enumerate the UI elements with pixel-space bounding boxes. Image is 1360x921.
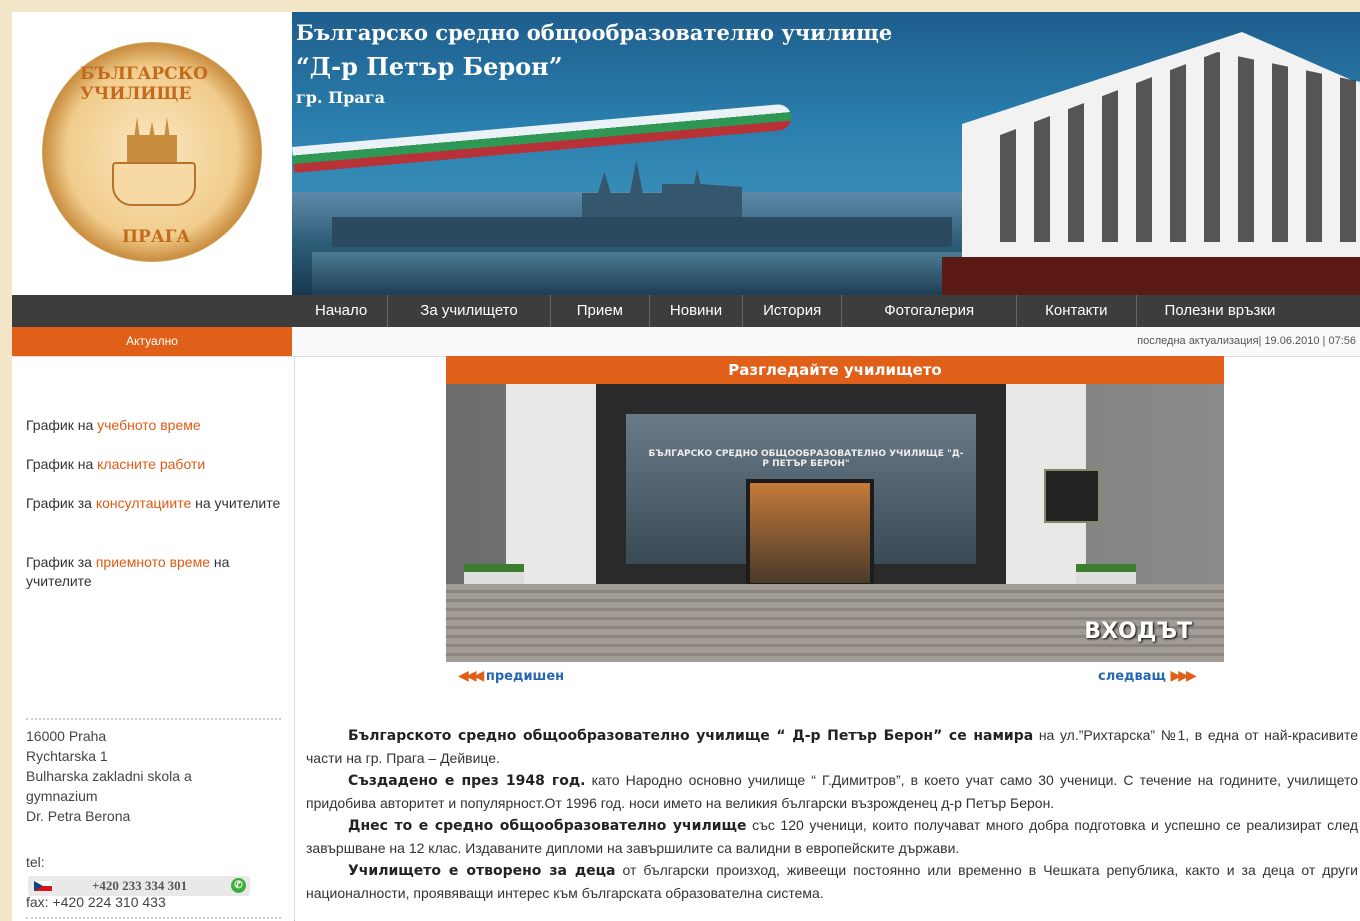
address-line: gymnazium <box>26 788 98 804</box>
photo-wall-left <box>506 384 596 584</box>
article-body: Българското средно общообразователно учи… <box>306 724 1358 904</box>
address-line: Rychtarska 1 <box>26 748 108 764</box>
nav-admission[interactable]: Прием <box>551 295 650 327</box>
link-prefix: График за <box>26 554 96 570</box>
site-title-line1: Българско средно общообразователно учили… <box>296 20 893 45</box>
castle-silhouette <box>582 160 742 220</box>
logo-text-bottom: ПРАГА <box>122 227 191 247</box>
logo-text-top: БЪЛГАРСКО УЧИЛИЩЕ <box>80 64 208 104</box>
book-icon <box>112 162 196 206</box>
link-highlight[interactable]: учебното време <box>97 417 201 433</box>
sidebar-link-consultations[interactable]: График за консултациите на учителите <box>26 494 281 513</box>
sidebar: График на учебното време График на класн… <box>12 356 295 921</box>
nav-gallery[interactable]: Фотогалерия <box>842 295 1018 327</box>
building-windows <box>982 52 1360 242</box>
header-banner: БЪЛГАРСКО УЧИЛИЩЕ ПРАГА Българско средно… <box>12 12 1360 295</box>
gallery-next-button[interactable]: следващ ▶▶▶ <box>1098 668 1197 684</box>
photo-plaque <box>1044 469 1100 523</box>
building-base <box>942 257 1360 295</box>
nav-useful-links[interactable]: Полезни връзки <box>1137 295 1304 327</box>
sidebar-link-reception-hours[interactable]: График за приемното време на учителите <box>26 553 281 591</box>
article-paragraph: Днес то е средно общообразователно учили… <box>306 814 1358 859</box>
site-title-city: гр. Прага <box>296 88 385 107</box>
call-icon[interactable]: ✆ <box>231 878 246 893</box>
photo-door-frame <box>746 479 874 587</box>
link-highlight[interactable]: приемното време <box>96 554 210 570</box>
paragraph-lead: Училището е отворено за деца <box>348 863 616 879</box>
address-line: Bulharska zakladni skola a <box>26 768 192 784</box>
sub-header-bar: Актуално последна актуализация| 19.06.20… <box>12 327 1360 357</box>
logo-area[interactable]: БЪЛГАРСКО УЧИЛИЩЕ ПРАГА <box>12 12 292 295</box>
address-block: 16000 Praha Rychtarska 1 Bulharska zakla… <box>26 726 192 826</box>
nav-home[interactable]: Начало <box>295 295 389 327</box>
gallery-photo-entrance[interactable]: БЪЛГАРСКО СРЕДНО ОБЩООБРАЗОВАТЕЛНО УЧИЛИ… <box>446 384 1224 662</box>
link-prefix: График за <box>26 495 96 511</box>
page-frame: БЪЛГАРСКО УЧИЛИЩЕ ПРАГА Българско средно… <box>12 12 1360 921</box>
bulgarian-flag-swoosh <box>292 103 793 173</box>
next-label: следващ <box>1098 669 1166 684</box>
gallery-heading: Разгледайте училището <box>446 356 1224 384</box>
phone-number: +420 233 334 301 <box>92 878 188 893</box>
divider <box>26 917 281 919</box>
gallery-prev-button[interactable]: ◀◀◀ предишен <box>458 668 564 684</box>
nav-history[interactable]: История <box>743 295 843 327</box>
article-paragraph: Българското средно общообразователно учи… <box>306 724 1358 769</box>
fax-number: fax: +420 224 310 433 <box>26 894 166 910</box>
link-suffix: на учителите <box>191 495 281 511</box>
prev-label: предишен <box>485 669 565 684</box>
river-image <box>312 252 992 295</box>
castle-icon <box>127 117 177 162</box>
paragraph-lead: Днес то е средно общообразователно учили… <box>348 818 747 834</box>
prev-arrows-icon: ◀◀◀ <box>458 668 484 684</box>
czech-flag-icon <box>34 881 52 891</box>
section-tab-actual[interactable]: Актуално <box>12 327 292 356</box>
paragraph-lead: Българското средно общообразователно учи… <box>348 728 1034 744</box>
school-logo-seal[interactable]: БЪЛГАРСКО УЧИЛИЩЕ ПРАГА <box>42 42 262 262</box>
address-line: Dr. Petra Berona <box>26 808 131 824</box>
next-arrows-icon: ▶▶▶ <box>1170 668 1196 684</box>
nav-news[interactable]: Новини <box>650 295 744 327</box>
link-prefix: График на <box>26 417 98 433</box>
site-title-line2: “Д-р Петър Берон” <box>296 52 563 81</box>
phone-number-badge[interactable]: +420 233 334 301 ✆ <box>28 876 250 896</box>
photo-school-sign: БЪЛГАРСКО СРЕДНО ОБЩООБРАЗОВАТЕЛНО УЧИЛИ… <box>648 449 964 469</box>
address-line: 16000 Praha <box>26 728 107 744</box>
tel-label: tel: <box>26 854 45 870</box>
charles-bridge-image <box>332 217 952 247</box>
photo-caption: ВХОДЪТ <box>1084 619 1192 644</box>
sidebar-link-schedule-tests[interactable]: График на класните работи <box>26 455 281 474</box>
sidebar-link-schedule-study[interactable]: График на учебното време <box>26 416 281 435</box>
divider <box>26 718 281 720</box>
link-prefix: График на <box>26 456 98 472</box>
paragraph-lead: Създадено е през 1948 год. <box>348 773 586 789</box>
nav-about[interactable]: За училището <box>388 295 551 327</box>
article-paragraph: Училището е отворено за деца от българск… <box>306 859 1358 904</box>
link-highlight[interactable]: консултациите <box>96 495 191 511</box>
article-paragraph: Създадено е през 1948 год. като Народно … <box>306 769 1358 814</box>
last-update-info: последна актуализация| 19.06.2010 | 07:5… <box>1137 335 1356 347</box>
nav-contacts[interactable]: Контакти <box>1017 295 1137 327</box>
link-highlight[interactable]: класните работи <box>97 456 205 472</box>
main-nav: Начало За училището Прием Новини История… <box>12 295 1360 327</box>
